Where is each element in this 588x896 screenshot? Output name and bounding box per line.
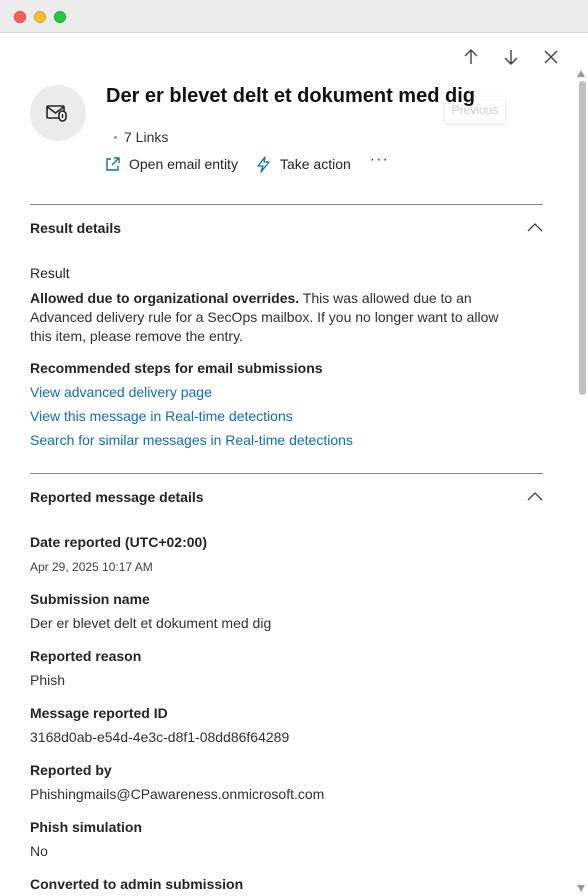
close-panel-button[interactable] xyxy=(540,44,562,70)
view-realtime-detections-link[interactable]: View this message in Real-time detection… xyxy=(30,408,293,424)
next-item-button[interactable] xyxy=(500,44,522,70)
window-titlebar xyxy=(0,0,588,33)
links-count: 7 Links xyxy=(114,129,168,145)
field-label: Date reported (UTC+02:00) xyxy=(30,534,207,550)
field-label: Converted to admin submission xyxy=(30,876,244,892)
close-icon xyxy=(544,50,558,64)
field-value: Phish xyxy=(30,672,66,688)
arrow-up-icon xyxy=(464,49,478,64)
field-value: No xyxy=(30,843,48,859)
bullet-icon xyxy=(114,135,117,139)
section-divider xyxy=(30,204,543,205)
field-value: Apr 29, 2025 10:17 AM xyxy=(30,560,153,574)
reported-message-details-header[interactable]: Reported message details xyxy=(30,488,543,506)
result-details-title: Result details xyxy=(30,220,122,236)
open-email-entity-label: Open email entity xyxy=(129,156,238,172)
email-avatar xyxy=(30,85,86,141)
header-actions: Open email entity Take action ··· xyxy=(104,151,389,173)
open-external-icon xyxy=(106,156,120,171)
section-divider xyxy=(30,473,543,474)
window-minimize-button[interactable] xyxy=(34,11,46,23)
result-status: Allowed due to organizational overrides. xyxy=(30,290,300,306)
field-label: Phish simulation xyxy=(30,819,143,835)
field-value: Phishingmails@CPawareness.onmicrosoft.co… xyxy=(30,786,325,802)
chevron-up-icon[interactable] xyxy=(527,219,543,237)
scroll-down-icon[interactable] xyxy=(577,885,585,892)
scroll-thumb[interactable] xyxy=(579,81,586,395)
search-similar-messages-link[interactable]: Search for similar messages in Real-time… xyxy=(30,432,353,448)
view-advanced-delivery-link[interactable]: View advanced delivery page xyxy=(30,384,212,400)
take-action-button[interactable]: Take action xyxy=(255,155,351,173)
lightning-icon xyxy=(257,155,270,173)
page-title: Der er blevet delt et dokument med dig xyxy=(106,85,475,107)
scrollbar[interactable] xyxy=(576,33,588,896)
more-actions-button[interactable]: ··· xyxy=(370,151,389,169)
links-count-label: 7 Links xyxy=(124,129,169,145)
window-close-button[interactable] xyxy=(14,11,26,23)
chevron-up-icon[interactable] xyxy=(527,488,543,506)
field-label: Message reported ID xyxy=(30,705,168,721)
recommended-steps-label: Recommended steps for email submissions xyxy=(30,360,323,376)
previous-item-button[interactable] xyxy=(460,44,482,70)
field-label: Reported reason xyxy=(30,648,142,664)
reported-message-details-title: Reported message details xyxy=(30,489,204,505)
window-zoom-button[interactable] xyxy=(54,11,66,23)
scroll-up-icon[interactable] xyxy=(577,70,585,77)
field-value: 3168d0ab-e54d-4e3c-d8f1-08dd86f64289 xyxy=(30,729,290,745)
result-details-header[interactable]: Result details xyxy=(30,219,543,237)
open-email-entity-button[interactable]: Open email entity xyxy=(104,156,238,173)
mail-attachment-icon xyxy=(46,105,67,122)
panel-navigation xyxy=(460,44,562,70)
result-description: Allowed due to organizational overrides.… xyxy=(30,289,510,346)
take-action-label: Take action xyxy=(279,156,351,172)
arrow-down-icon xyxy=(504,50,518,65)
result-label: Result xyxy=(30,265,70,281)
field-label: Reported by xyxy=(30,762,112,778)
field-value: Der er blevet delt et dokument med dig xyxy=(30,615,272,631)
field-label: Submission name xyxy=(30,591,150,607)
